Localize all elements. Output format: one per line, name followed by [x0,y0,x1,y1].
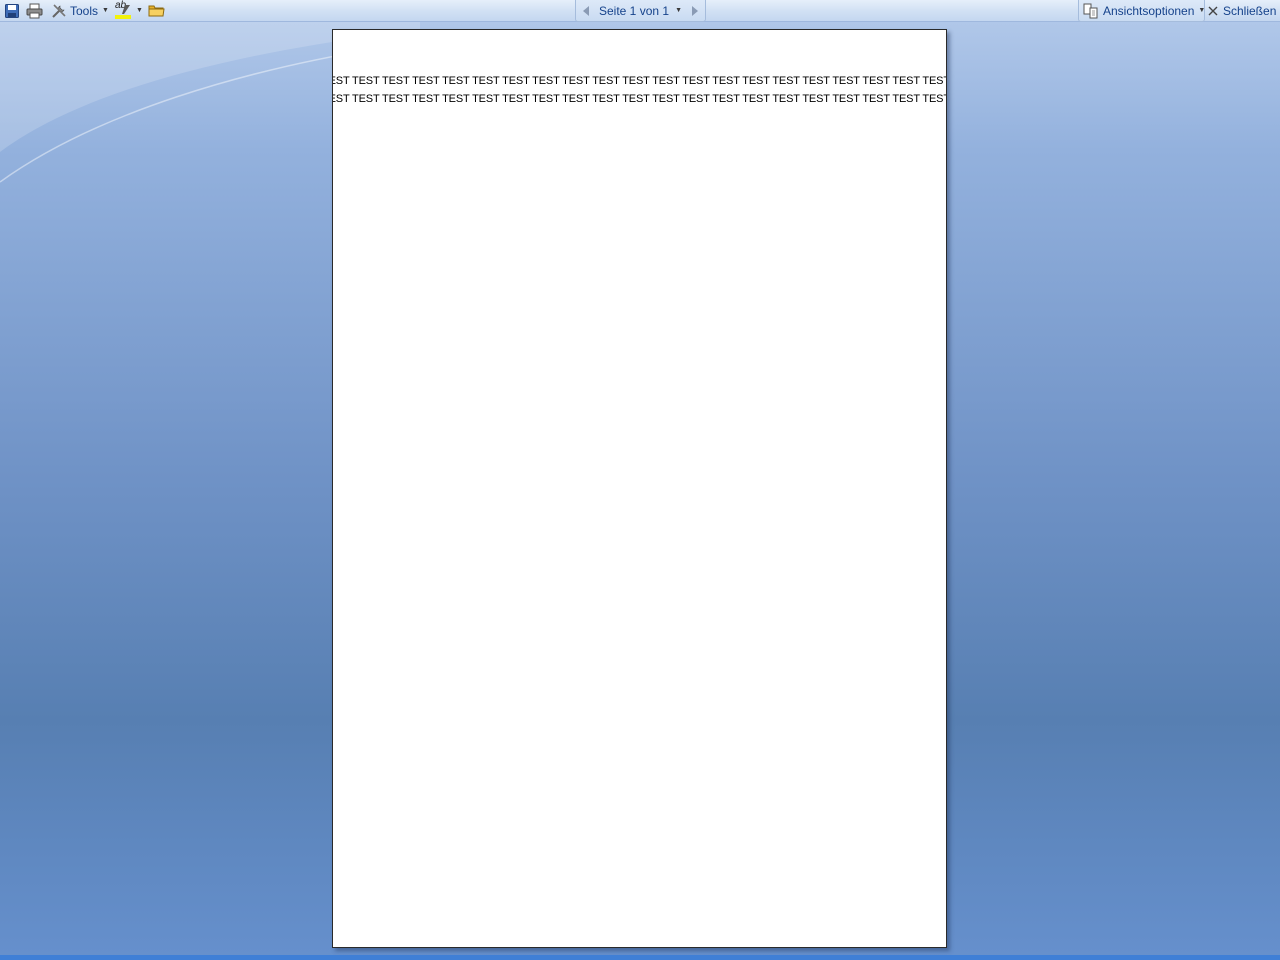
close-icon [1208,6,1218,16]
highlight-dropdown-caret-icon: ▼ [136,7,143,14]
page-dropdown-caret-icon: ▼ [675,7,682,14]
save-icon [4,3,20,19]
tools-icon [51,3,67,19]
triangle-left-icon [583,5,589,16]
tools-dropdown-caret-icon: ▼ [102,7,109,14]
page-navigation: Seite 1 von 1 ▼ [575,0,706,22]
close-label: Schließen [1223,3,1277,18]
close-preview-button[interactable]: Schließen [1208,1,1276,20]
document-text-line: TEST TEST TEST TEST TEST TEST TEST TEST … [332,75,947,87]
document-text-line: TEST TEST TEST TEST TEST TEST TEST TEST … [332,93,947,105]
previous-page-button[interactable] [576,1,596,21]
page-indicator-label: Seite 1 von 1 [599,3,670,18]
highlight-icon: ab [114,0,132,20]
folder-button[interactable] [147,1,167,20]
page-indicator[interactable]: Seite 1 von 1 ▼ [596,4,685,18]
highlight-button[interactable]: ab ▼ [113,0,145,20]
tools-menu-button[interactable]: Tools ▼ [50,1,109,20]
view-options-label: Ansichtsoptionen [1103,3,1195,18]
save-button[interactable] [3,1,22,20]
view-options-icon [1083,3,1099,19]
view-options-caret-icon: ▼ [1198,7,1206,14]
document-page[interactable]: TEST TEST TEST TEST TEST TEST TEST TEST … [332,29,947,948]
printer-icon [26,3,43,19]
next-page-button[interactable] [685,1,705,21]
triangle-right-icon [692,5,698,16]
view-options-button[interactable]: Ansichtsoptionen ▼ [1078,0,1205,22]
print-button[interactable] [25,1,45,20]
tools-label: Tools [70,3,99,18]
folder-icon [148,3,165,18]
print-preview-toolbar: Tools ▼ ab ▼ Seite 1 von 1 ▼ Ansichtsopt… [0,0,1280,22]
bottom-edge [0,955,1280,960]
